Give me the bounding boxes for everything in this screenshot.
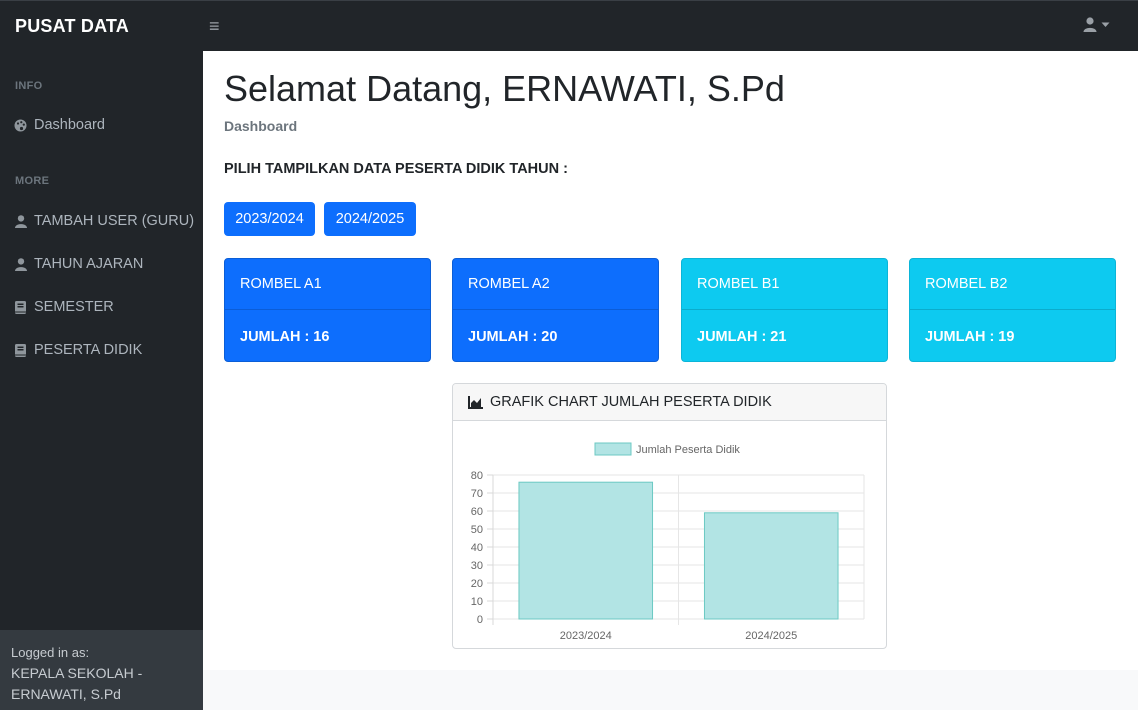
user-icon [1083, 17, 1097, 32]
logged-in-caption: Logged in as: [11, 645, 90, 660]
card-title: ROMBEL B1 [682, 259, 887, 310]
card-title: ROMBEL A1 [225, 259, 430, 310]
rombel-card-a2[interactable]: ROMBEL A2 JUMLAH : 20 [452, 258, 659, 362]
sidebar-item-peserta-didik[interactable]: PESERTA DIDIK [0, 332, 203, 368]
chart-card: GRAFIK CHART JUMLAH PESERTA DIDIK Jumlah… [452, 383, 887, 649]
sidebar-heading-more: MORE [15, 175, 50, 187]
sidebar-item-semester[interactable]: SEMESTER [0, 289, 203, 325]
y-tick-label: 60 [471, 506, 483, 518]
year-pick-label: PILIH TAMPILKAN DATA PESERTA DIDIK TAHUN… [224, 161, 568, 177]
card-title: ROMBEL A2 [453, 259, 658, 310]
legend-label: Jumlah Peserta Didik [636, 444, 740, 456]
sidebar-toggle-icon[interactable]: ≡ [209, 16, 225, 36]
sidebar-item-label: SEMESTER [34, 299, 114, 315]
rombel-card-b1[interactable]: ROMBEL B1 JUMLAH : 21 [681, 258, 888, 362]
legend-swatch [594, 442, 632, 456]
book-icon [14, 300, 27, 314]
y-tick-label: 40 [471, 542, 483, 554]
card-title: ROMBEL B2 [910, 259, 1115, 310]
bar-2023-2024 [518, 481, 654, 620]
chart-card-header: GRAFIK CHART JUMLAH PESERTA DIDIK [453, 384, 886, 421]
book-icon [14, 343, 27, 357]
page-footer [203, 670, 1138, 710]
palette-icon [14, 118, 27, 132]
sidebar-item-tahun-ajaran[interactable]: TAHUN AJARAN [0, 246, 203, 282]
sidebar: INFO Dashboard MORE TAMBAH USER (GURU) T… [0, 51, 203, 710]
bar-chart: Jumlah Peserta Didik 0 10 20 30 40 50 60 70 80 202… [471, 442, 865, 642]
sidebar-item-label: TAHUN AJARAN [34, 256, 144, 272]
breadcrumb: Dashboard [224, 118, 298, 134]
y-tick-label: 10 [471, 596, 483, 608]
y-tick-label: 0 [477, 614, 483, 626]
card-count: JUMLAH : 19 [925, 328, 1015, 345]
logged-in-role: KEPALA SEKOLAH - [11, 665, 143, 681]
logged-in-name: ERNAWATI, S.Pd [11, 686, 121, 702]
page-title: Selamat Datang, ERNAWATI, S.Pd [224, 68, 785, 109]
sidebar-item-tambah-user[interactable]: TAMBAH USER (GURU) [0, 203, 203, 239]
top-navbar: PUSAT DATA ≡ [0, 0, 1138, 51]
card-count: JUMLAH : 20 [468, 328, 558, 345]
card-count: JUMLAH : 16 [240, 328, 330, 345]
sidebar-item-label: PESERTA DIDIK [34, 342, 143, 358]
main-content: Selamat Datang, ERNAWATI, S.Pd Dashboard… [203, 51, 1138, 670]
year-button-2023-2024[interactable]: 2023/2024 [224, 202, 315, 236]
x-tick-label: 2024/2025 [745, 630, 797, 642]
y-tick-label: 20 [471, 578, 483, 590]
rombel-card-a1[interactable]: ROMBEL A1 JUMLAH : 16 [224, 258, 431, 362]
sidebar-item-label: TAMBAH USER (GURU) [34, 213, 195, 229]
rombel-card-b2[interactable]: ROMBEL B2 JUMLAH : 19 [909, 258, 1116, 362]
sidebar-footer: Logged in as: KEPALA SEKOLAH - ERNAWATI,… [0, 630, 203, 710]
bar-2024-2025 [703, 512, 839, 620]
user-icon [14, 257, 27, 271]
user-menu-button[interactable] [1083, 17, 1110, 32]
card-count: JUMLAH : 21 [697, 328, 787, 345]
sidebar-item-label: Dashboard [34, 117, 105, 133]
sidebar-heading-info: INFO [15, 80, 43, 92]
user-icon [14, 214, 27, 228]
x-tick-label: 2023/2024 [560, 630, 612, 642]
y-tick-label: 50 [471, 524, 483, 536]
sidebar-item-dashboard[interactable]: Dashboard [0, 107, 203, 143]
brand-title[interactable]: PUSAT DATA [0, 1, 203, 52]
area-chart-icon [468, 395, 483, 409]
chart-card-title: GRAFIK CHART JUMLAH PESERTA DIDIK [490, 394, 772, 410]
y-tick-label: 80 [471, 470, 483, 482]
caret-down-icon [1101, 22, 1110, 27]
y-tick-label: 70 [471, 488, 483, 500]
year-button-2024-2025[interactable]: 2024/2025 [324, 202, 416, 236]
y-tick-label: 30 [471, 560, 483, 572]
